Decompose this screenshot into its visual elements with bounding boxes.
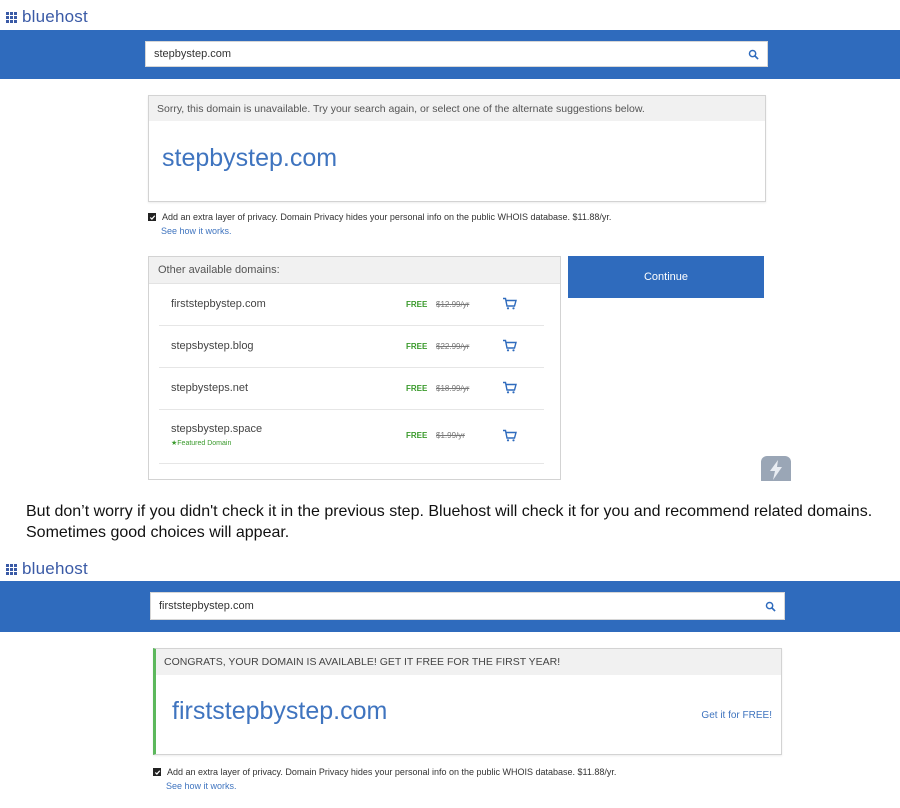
domain-available-card: CONGRATS, YOUR DOMAIN IS AVAILABLE! GET … (153, 648, 782, 755)
unavailable-message: Sorry, this domain is unavailable. Try y… (149, 96, 765, 121)
search-input-value: firststepbystep.com (159, 600, 254, 612)
bluehost-logo[interactable]: bluehost (6, 7, 88, 27)
logo-text: bluehost (22, 559, 88, 578)
domain-result-card: Sorry, this domain is unavailable. Try y… (148, 95, 766, 202)
domain-name: firststepbystep.com (171, 298, 266, 310)
privacy-option[interactable]: Add an extra layer of privacy. Domain Pr… (153, 767, 773, 777)
logo-grid-icon (6, 563, 17, 575)
cart-icon[interactable] (502, 297, 517, 310)
scroll-app-icon[interactable] (760, 455, 792, 486)
logo-text: bluehost (22, 7, 88, 26)
cart-icon[interactable] (502, 429, 517, 442)
continue-button[interactable]: Continue (568, 256, 764, 298)
bluehost-logo[interactable]: bluehost (6, 559, 88, 579)
free-label: FREE (406, 384, 428, 393)
search-icon[interactable] (765, 601, 776, 612)
get-it-free-link[interactable]: Get it for FREE! (701, 710, 772, 721)
privacy-option[interactable]: Add an extra layer of privacy. Domain Pr… (148, 212, 748, 222)
featured-domain-badge: ★Featured Domain (171, 440, 232, 447)
domain-search-input[interactable]: firststepbystep.com (150, 592, 785, 620)
domain-row[interactable]: firststepbystep.com FREE $12.99/yr (159, 284, 544, 326)
domain-name: stepsbystep.space (171, 423, 263, 435)
see-how-it-works-link[interactable]: See how it works. (166, 781, 237, 791)
privacy-text: Add an extra layer of privacy. Domain Pr… (162, 212, 612, 222)
see-how-it-works-link[interactable]: See how it works. (161, 226, 232, 236)
domain-row[interactable]: stepsbystep.blog FREE $22.99/yr (159, 325, 544, 368)
old-price: $1.99/yr (436, 431, 465, 440)
searched-domain: stepbystep.com (162, 144, 338, 172)
domain-search-input[interactable]: stepbystep.com (145, 41, 768, 67)
checkbox-checked-icon[interactable] (153, 768, 161, 776)
domain-name: stepbysteps.net (171, 382, 249, 394)
search-icon[interactable] (748, 49, 759, 60)
other-domains-panel: Other available domains: firststepbystep… (148, 256, 561, 480)
free-label: FREE (406, 300, 428, 309)
logo-grid-icon (6, 11, 17, 23)
checkbox-checked-icon[interactable] (148, 213, 156, 221)
domain-row[interactable]: stepsbystep.space ★Featured Domain FREE … (159, 409, 544, 464)
domain-name: stepsbystep.blog (171, 340, 254, 352)
article-paragraph: But don’t worry if you didn't check it i… (26, 503, 873, 541)
search-input-value: stepbystep.com (154, 48, 232, 60)
searched-domain: firststepbystep.com (172, 697, 388, 725)
domain-row[interactable]: stepbysteps.net FREE $18.99/yr (159, 367, 544, 410)
cart-icon[interactable] (502, 381, 517, 394)
free-label: FREE (406, 431, 428, 440)
privacy-text: Add an extra layer of privacy. Domain Pr… (167, 767, 617, 777)
cart-icon[interactable] (502, 339, 517, 352)
old-price: $22.99/yr (436, 342, 470, 351)
free-label: FREE (406, 342, 428, 351)
available-message: CONGRATS, YOUR DOMAIN IS AVAILABLE! GET … (156, 649, 781, 675)
old-price: $18.99/yr (436, 384, 470, 393)
old-price: $12.99/yr (436, 300, 470, 309)
other-domains-title: Other available domains: (149, 257, 560, 284)
